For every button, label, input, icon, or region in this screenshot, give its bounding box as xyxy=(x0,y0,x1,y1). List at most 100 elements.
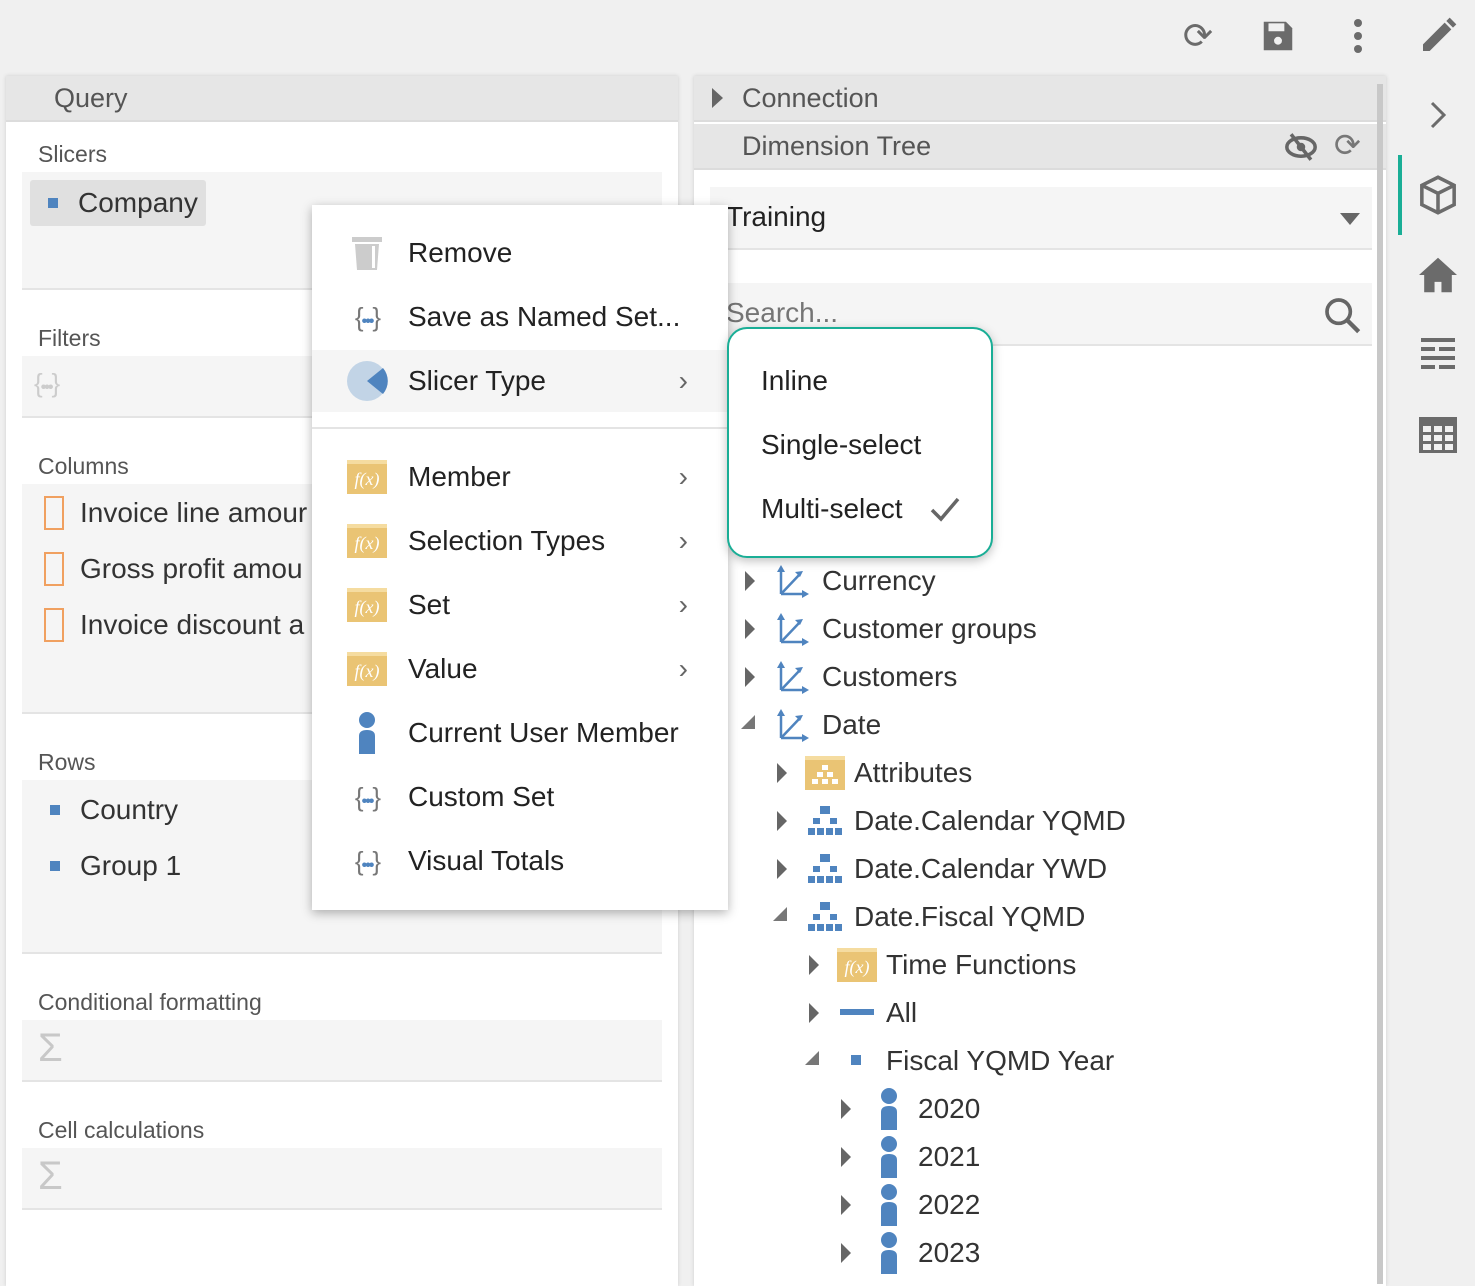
sigma-icon: Σ xyxy=(38,1026,63,1070)
function-folder-icon: f(x) xyxy=(837,948,877,982)
tree-node[interactable]: Attributes xyxy=(773,751,1373,795)
menu-item-single-select[interactable]: Single-select xyxy=(761,429,921,461)
dimension-icon xyxy=(773,564,813,598)
function-folder-icon: f(x) xyxy=(346,584,388,626)
all-level-icon xyxy=(837,1009,877,1017)
menu-item-set[interactable]: f(x) Set › xyxy=(312,574,728,636)
named-set-icon: {•••} xyxy=(34,368,60,398)
edit-icon[interactable] xyxy=(1416,14,1460,58)
chevron-right-icon: › xyxy=(678,589,688,620)
slicer-chip-company[interactable]: Company xyxy=(30,180,206,226)
expand-icon[interactable] xyxy=(841,1195,851,1215)
menu-item-inline[interactable]: Inline xyxy=(761,365,828,397)
column-chip[interactable]: Invoice discount a xyxy=(44,608,304,642)
search-icon[interactable] xyxy=(1322,295,1362,340)
column-chip[interactable]: Invoice line amour xyxy=(44,496,307,530)
active-indicator xyxy=(1398,155,1402,235)
expand-icon[interactable] xyxy=(809,955,819,975)
tree-node[interactable]: Date.Calendar YWD xyxy=(773,847,1373,891)
tree-node[interactable]: 2022 xyxy=(837,1183,1437,1227)
dimension-icon xyxy=(773,612,813,646)
tree-node[interactable]: Date xyxy=(741,703,1341,747)
menu-item-current-user-member[interactable]: Current User Member xyxy=(312,702,728,764)
expand-icon[interactable] xyxy=(777,859,787,879)
menu-item-selection-types[interactable]: f(x) Selection Types › xyxy=(312,510,728,572)
hierarchy-icon xyxy=(805,806,845,836)
tree-node[interactable]: Customers xyxy=(741,655,1341,699)
tree-node-label: Attributes xyxy=(854,757,973,788)
menu-item-save-as-named-set[interactable]: {•••} Save as Named Set... xyxy=(312,286,728,348)
more-vertical-icon[interactable] xyxy=(1336,14,1380,58)
menu-item-remove[interactable]: Remove xyxy=(312,222,728,284)
expand-icon xyxy=(712,88,723,108)
conditional-formatting-label: Conditional formatting xyxy=(38,989,262,1015)
cell-calculations-dropzone[interactable]: Σ xyxy=(22,1148,662,1210)
tree-node-label: Date xyxy=(822,709,882,740)
hide-icon[interactable] xyxy=(1284,132,1318,169)
cube-icon[interactable] xyxy=(1415,172,1461,218)
slicer-type-submenu: Inline Single-select Multi-select xyxy=(727,327,993,558)
chevron-right-icon[interactable] xyxy=(1415,92,1461,138)
rows-label: Rows xyxy=(38,749,96,775)
menu-item-visual-totals[interactable]: {•••} Visual Totals xyxy=(312,830,728,892)
member-icon xyxy=(869,1136,909,1178)
collapse-icon[interactable] xyxy=(805,1051,819,1065)
query-title: Query xyxy=(54,82,128,113)
collapse-icon[interactable] xyxy=(741,715,755,729)
chip-label: Invoice line amour xyxy=(80,497,308,528)
connection-title: Connection xyxy=(742,82,879,113)
column-chip[interactable]: Gross profit amou xyxy=(44,552,303,586)
menu-item-member[interactable]: f(x) Member › xyxy=(312,446,728,508)
expand-icon[interactable] xyxy=(841,1147,851,1167)
tree-node[interactable]: Date.Calendar YQMD xyxy=(773,799,1373,843)
refresh-icon[interactable]: ⟳ xyxy=(1176,14,1220,58)
tree-node[interactable]: Customer groups xyxy=(741,607,1341,651)
expand-icon[interactable] xyxy=(745,667,755,687)
collapse-icon[interactable] xyxy=(773,907,787,921)
filters-label: Filters xyxy=(38,325,101,351)
expand-icon[interactable] xyxy=(841,1099,851,1119)
tree-node[interactable]: Currency xyxy=(741,559,1341,603)
tree-node[interactable]: 2020 xyxy=(837,1087,1437,1131)
connection-header[interactable]: Connection xyxy=(694,76,1386,122)
row-chip[interactable]: Group 1 xyxy=(50,850,181,882)
tree-node-label: Customer groups xyxy=(822,613,1037,644)
sigma-icon: Σ xyxy=(38,1154,63,1198)
expand-icon[interactable] xyxy=(777,811,787,831)
conditional-formatting-dropzone[interactable]: Σ xyxy=(22,1020,662,1082)
list-icon[interactable] xyxy=(1415,332,1461,378)
table-icon[interactable] xyxy=(1415,412,1461,458)
chip-label: Group 1 xyxy=(80,850,182,881)
member-icon xyxy=(869,1088,909,1130)
chevron-down-icon xyxy=(1340,213,1360,225)
expand-icon[interactable] xyxy=(745,571,755,591)
expand-icon[interactable] xyxy=(777,763,787,783)
dimension-icon xyxy=(773,708,813,742)
save-icon[interactable] xyxy=(1256,14,1300,58)
named-set-icon: {•••} xyxy=(354,301,381,332)
member-icon xyxy=(869,1232,909,1274)
row-chip[interactable]: Country xyxy=(50,794,178,826)
menu-item-label: Set xyxy=(408,589,451,620)
menu-divider xyxy=(312,427,728,429)
menu-item-slicer-type[interactable]: Slicer Type › xyxy=(312,350,728,412)
user-icon xyxy=(346,712,388,754)
menu-item-value[interactable]: f(x) Value › xyxy=(312,638,728,700)
expand-icon[interactable] xyxy=(841,1243,851,1263)
tree-node[interactable]: 2023 xyxy=(837,1231,1437,1275)
menu-item-custom-set[interactable]: {•••} Custom Set xyxy=(312,766,728,828)
tree-node[interactable]: Date.Fiscal YQMD xyxy=(773,895,1373,939)
cube-select[interactable]: Training xyxy=(710,187,1372,250)
tree-node[interactable]: Fiscal YQMD Year xyxy=(805,1039,1405,1083)
home-icon[interactable] xyxy=(1415,252,1461,298)
menu-item-label: Slicer Type xyxy=(408,365,546,396)
refresh-icon[interactable]: ⟳ xyxy=(1334,126,1361,164)
tree-node[interactable]: f(x) Time Functions xyxy=(805,943,1405,987)
expand-icon[interactable] xyxy=(745,619,755,639)
menu-item-multi-select[interactable]: Multi-select xyxy=(761,493,903,525)
tree-node[interactable]: All xyxy=(805,991,1405,1035)
columns-label: Columns xyxy=(38,453,129,479)
member-icon xyxy=(869,1184,909,1226)
expand-icon[interactable] xyxy=(809,1003,819,1023)
tree-node[interactable]: 2021 xyxy=(837,1135,1437,1179)
